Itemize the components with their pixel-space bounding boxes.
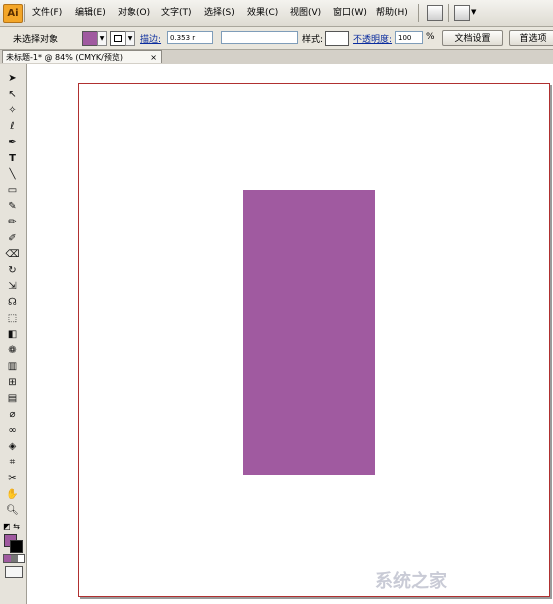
symbol-sprayer-tool-icon[interactable]: ❁ xyxy=(5,344,20,358)
menu-separator xyxy=(448,4,449,22)
graph-tool-icon[interactable]: ▥ xyxy=(5,360,20,374)
hand-tool-icon[interactable]: ✋ xyxy=(5,488,20,502)
fill-swatch[interactable] xyxy=(82,31,98,46)
menu-help[interactable]: 帮助(H) xyxy=(376,6,408,20)
menu-effect[interactable]: 效果(C) xyxy=(247,6,278,20)
menu-object[interactable]: 对象(O) xyxy=(118,6,150,20)
paintbrush-tool-icon[interactable]: ✎ xyxy=(5,200,20,214)
blob-brush-tool-icon[interactable]: ✐ xyxy=(5,232,20,246)
stroke-weight-field[interactable]: 0.353 r xyxy=(167,31,213,44)
slice-tool-icon[interactable]: ✂ xyxy=(5,472,20,486)
menu-select[interactable]: 选择(S) xyxy=(204,6,235,20)
menu-separator xyxy=(418,4,419,22)
blend-tool-icon[interactable]: ∞ xyxy=(5,424,20,438)
stroke-label[interactable]: 描边: xyxy=(140,32,161,45)
mesh-tool-icon[interactable]: ⊞ xyxy=(5,376,20,390)
document-tab-bar: 未标题-1* @ 84% (CMYK/预览) × xyxy=(0,50,553,64)
type-tool-icon[interactable]: T xyxy=(5,152,20,166)
direct-selection-tool-icon[interactable]: ↖ xyxy=(5,88,20,102)
rectangle-tool-icon[interactable]: ▭ xyxy=(5,184,20,198)
opacity-unit: % xyxy=(426,32,435,42)
style-label: 样式: xyxy=(302,35,324,45)
control-bar: 未选择对象 ▼ ▼ 描边: 0.353 r 样式: 不透明度: 100 % 文档… xyxy=(0,27,553,50)
eyedropper-tool-icon[interactable]: ⌀ xyxy=(5,408,20,422)
gradient-tool-icon[interactable]: ▤ xyxy=(5,392,20,406)
chevron-down-icon[interactable]: ▼ xyxy=(471,8,476,16)
purple-rectangle[interactable] xyxy=(243,190,375,475)
selection-status: 未选择对象 xyxy=(13,35,59,45)
live-paint-tool-icon[interactable]: ◈ xyxy=(5,440,20,454)
crop-tool-icon[interactable]: ⌗ xyxy=(5,456,20,470)
arrange-documents-icon[interactable] xyxy=(454,5,470,21)
stroke-swatch[interactable] xyxy=(110,31,126,46)
pen-tool-icon[interactable]: ✒ xyxy=(5,136,20,150)
menu-bar: Ai 文件(F) 编辑(E) 对象(O) 文字(T) 选择(S) 效果(C) 视… xyxy=(0,0,553,27)
screen-mode-icon[interactable] xyxy=(5,566,23,578)
magic-wand-tool-icon[interactable]: ✧ xyxy=(5,104,20,118)
document-tab-title: 未标题-1* @ 84% (CMYK/预览) xyxy=(6,53,123,62)
menu-window[interactable]: 窗口(W) xyxy=(333,6,367,20)
menu-type[interactable]: 文字(T) xyxy=(161,6,192,20)
pencil-tool-icon[interactable]: ✏ xyxy=(5,216,20,230)
menu-separator xyxy=(24,4,25,22)
document-tab[interactable]: 未标题-1* @ 84% (CMYK/预览) × xyxy=(2,50,162,63)
swap-colors-icon[interactable]: ◩ ⇆ xyxy=(3,522,23,534)
close-icon[interactable]: × xyxy=(150,51,157,64)
stroke-dropdown[interactable]: ▼ xyxy=(125,31,135,46)
watermark: 系统之家 xyxy=(375,571,447,592)
color-mode-icon[interactable] xyxy=(3,554,25,563)
line-tool-icon[interactable]: ╲ xyxy=(5,168,20,182)
menu-file[interactable]: 文件(F) xyxy=(32,6,62,20)
opacity-label[interactable]: 不透明度: xyxy=(353,32,392,45)
selection-tool-icon[interactable]: ➤ xyxy=(5,72,20,86)
menu-view[interactable]: 视图(V) xyxy=(290,6,321,20)
toolbox: ➤ ↖ ✧ ℓ ✒ T ╲ ▭ ✎ ✏ ✐ ⌫ ↻ ⇲ ☊ ⬚ ◧ ❁ ▥ ⊞ … xyxy=(0,64,27,604)
rotate-tool-icon[interactable]: ↻ xyxy=(5,264,20,278)
zoom-tool-icon[interactable]: 🔍︎ xyxy=(5,504,20,518)
menu-edit[interactable]: 编辑(E) xyxy=(75,6,106,20)
warp-tool-icon[interactable]: ☊ xyxy=(5,296,20,310)
free-transform-tool-icon[interactable]: ⬚ xyxy=(5,312,20,326)
document-setup-button[interactable]: 文档设置 xyxy=(442,30,503,46)
fill-dropdown[interactable]: ▼ xyxy=(97,31,107,46)
stroke-profile-dropdown[interactable] xyxy=(221,31,298,44)
lasso-tool-icon[interactable]: ℓ xyxy=(5,120,20,134)
app-logo: Ai xyxy=(3,4,23,23)
stroke-icon xyxy=(114,35,122,42)
shape-builder-tool-icon[interactable]: ◧ xyxy=(5,328,20,342)
preferences-button[interactable]: 首选项 xyxy=(509,30,553,46)
scale-tool-icon[interactable]: ⇲ xyxy=(5,280,20,294)
bridge-icon[interactable] xyxy=(427,5,443,21)
stroke-color-swatch[interactable] xyxy=(10,540,23,553)
graphic-style-dropdown[interactable] xyxy=(325,31,349,46)
opacity-field[interactable]: 100 xyxy=(395,31,423,44)
eraser-tool-icon[interactable]: ⌫ xyxy=(5,248,20,262)
